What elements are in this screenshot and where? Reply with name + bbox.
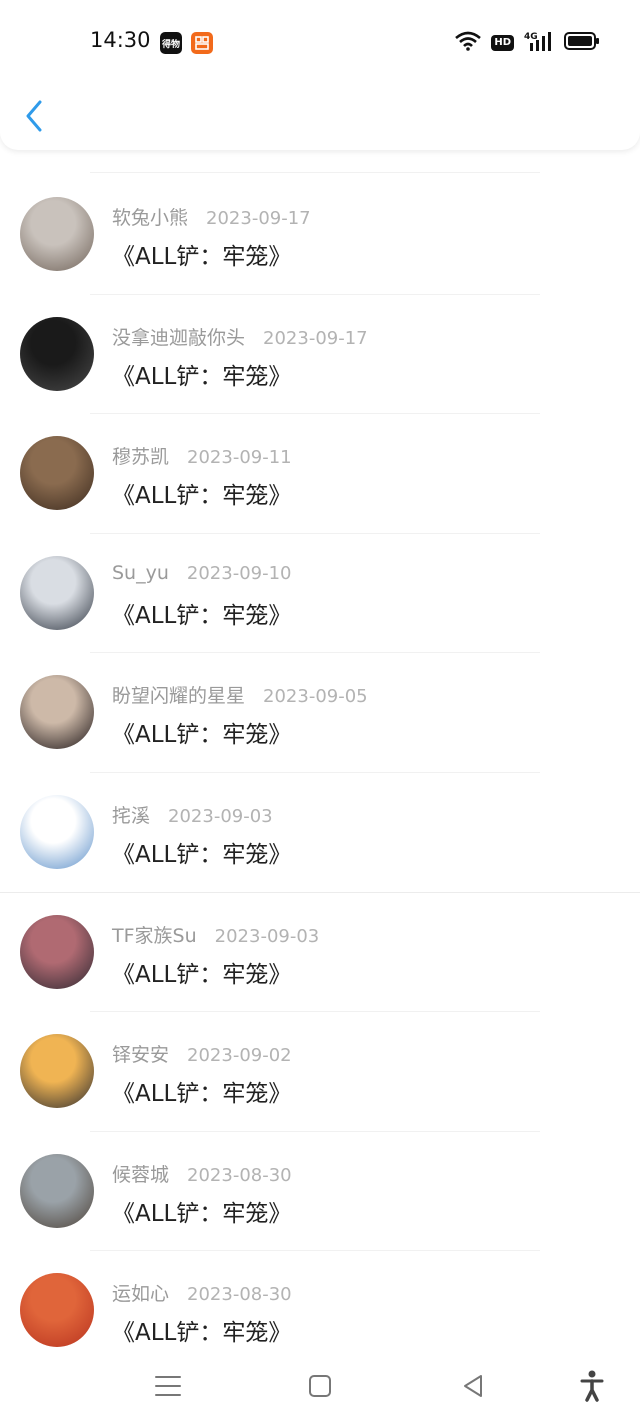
post-date: 2023-09-05 <box>263 686 368 708</box>
avatar[interactable] <box>20 794 94 869</box>
item-title[interactable]: 《ALL铲：牢笼》 <box>112 835 291 869</box>
avatar[interactable] <box>20 436 94 511</box>
top-header: 14:30 得物 HD 4G <box>0 0 640 150</box>
system-nav-bar <box>0 1350 640 1423</box>
comment-list: 软兔小熊 2023-09-17 《ALL铲：牢笼》 没拿迪迦敲你头 2023-09-17… <box>0 175 640 1371</box>
username[interactable]: TF家族Su <box>112 925 197 947</box>
item-meta: 挓溪 2023-09-03 <box>112 801 273 828</box>
wifi-icon <box>455 31 482 55</box>
username[interactable]: 穆苏凯 <box>112 446 169 468</box>
status-icons: HD 4G <box>455 30 600 56</box>
avatar[interactable] <box>20 675 94 750</box>
username[interactable]: 铎安安 <box>112 1044 169 1066</box>
post-date: 2023-08-30 <box>187 1284 292 1306</box>
item-meta: 候蓉城 2023-08-30 <box>112 1160 292 1187</box>
item-title[interactable]: 《ALL铲：牢笼》 <box>112 955 291 989</box>
post-date: 2023-09-11 <box>187 447 292 469</box>
back-button[interactable] <box>20 96 50 136</box>
item-title[interactable]: 《ALL铲：牢笼》 <box>112 1313 291 1347</box>
app-notification-icon <box>191 32 213 54</box>
item-meta: 运如心 2023-08-30 <box>112 1279 292 1306</box>
avatar[interactable] <box>20 555 94 630</box>
signal-4g-icon: 4G <box>524 30 554 56</box>
accessibility-icon <box>580 1370 604 1402</box>
list-top-divider <box>90 172 540 173</box>
item-title[interactable]: 《ALL铲：牢笼》 <box>112 476 291 510</box>
post-date: 2023-08-30 <box>187 1164 292 1186</box>
username[interactable]: 运如心 <box>112 1283 169 1305</box>
chevron-left-icon <box>26 100 42 132</box>
item-meta: 没拿迪迦敲你头 2023-09-17 <box>112 323 368 350</box>
menu-nav-button[interactable] <box>150 1370 186 1402</box>
battery-icon <box>564 32 600 54</box>
accessibility-button[interactable] <box>574 1370 610 1402</box>
list-item[interactable]: 没拿迪迦敲你头 2023-09-17 《ALL铲：牢笼》 <box>0 295 640 415</box>
item-meta: 穆苏凯 2023-09-11 <box>112 442 292 469</box>
avatar[interactable] <box>20 914 94 989</box>
dewu-app-icon: 得物 <box>160 32 182 54</box>
username[interactable]: Su_yu <box>112 562 169 584</box>
avatar[interactable] <box>20 316 94 391</box>
menu-icon <box>155 1376 181 1396</box>
item-title[interactable]: 《ALL铲：牢笼》 <box>112 715 291 749</box>
item-meta: TF家族Su 2023-09-03 <box>112 921 319 948</box>
list-item[interactable]: 软兔小熊 2023-09-17 《ALL铲：牢笼》 <box>0 175 640 295</box>
item-meta: 软兔小熊 2023-09-17 <box>112 203 311 230</box>
username[interactable]: 没拿迪迦敲你头 <box>112 327 245 349</box>
item-meta: 铎安安 2023-09-02 <box>112 1040 292 1067</box>
list-item[interactable]: 盼望闪耀的星星 2023-09-05 《ALL铲：牢笼》 <box>0 653 640 773</box>
avatar[interactable] <box>20 197 94 271</box>
list-item[interactable]: TF家族Su 2023-09-03 《ALL铲：牢笼》 <box>0 893 640 1013</box>
square-home-icon <box>309 1375 331 1397</box>
post-date: 2023-09-03 <box>168 805 273 827</box>
list-item[interactable]: 挓溪 2023-09-03 《ALL铲：牢笼》 <box>0 773 640 893</box>
back-nav-button[interactable] <box>455 1370 491 1402</box>
list-item[interactable]: 候蓉城 2023-08-30 《ALL铲：牢笼》 <box>0 1132 640 1252</box>
post-date: 2023-09-02 <box>187 1045 292 1067</box>
post-date: 2023-09-17 <box>206 208 311 229</box>
list-item[interactable]: Su_yu 2023-09-10 《ALL铲：牢笼》 <box>0 534 640 654</box>
list-item[interactable]: 铎安安 2023-09-02 《ALL铲：牢笼》 <box>0 1012 640 1132</box>
avatar[interactable] <box>20 1273 94 1348</box>
triangle-back-icon <box>464 1375 482 1397</box>
item-title[interactable]: 《ALL铲：牢笼》 <box>112 357 291 391</box>
svg-text:4G: 4G <box>524 32 538 42</box>
username[interactable]: 候蓉城 <box>112 1164 169 1186</box>
item-meta: Su_yu 2023-09-10 <box>112 562 292 584</box>
item-title[interactable]: 《ALL铲：牢笼》 <box>112 596 291 630</box>
item-title[interactable]: 《ALL铲：牢笼》 <box>112 237 291 271</box>
post-date: 2023-09-17 <box>263 327 368 349</box>
post-date: 2023-09-10 <box>186 562 292 584</box>
username[interactable]: 挓溪 <box>112 805 150 827</box>
avatar[interactable] <box>20 1153 94 1228</box>
list-item[interactable]: 穆苏凯 2023-09-11 《ALL铲：牢笼》 <box>0 414 640 534</box>
status-time: 14:30 <box>90 28 151 52</box>
item-meta: 盼望闪耀的星星 2023-09-05 <box>112 681 368 708</box>
home-nav-button[interactable] <box>302 1370 338 1402</box>
item-title[interactable]: 《ALL铲：牢笼》 <box>112 1074 291 1108</box>
avatar[interactable] <box>20 1034 94 1109</box>
post-date: 2023-09-03 <box>214 925 320 947</box>
item-title[interactable]: 《ALL铲：牢笼》 <box>112 1194 291 1228</box>
hd-badge: HD <box>491 35 514 51</box>
username[interactable]: 盼望闪耀的星星 <box>112 685 245 707</box>
username[interactable]: 软兔小熊 <box>112 207 188 229</box>
